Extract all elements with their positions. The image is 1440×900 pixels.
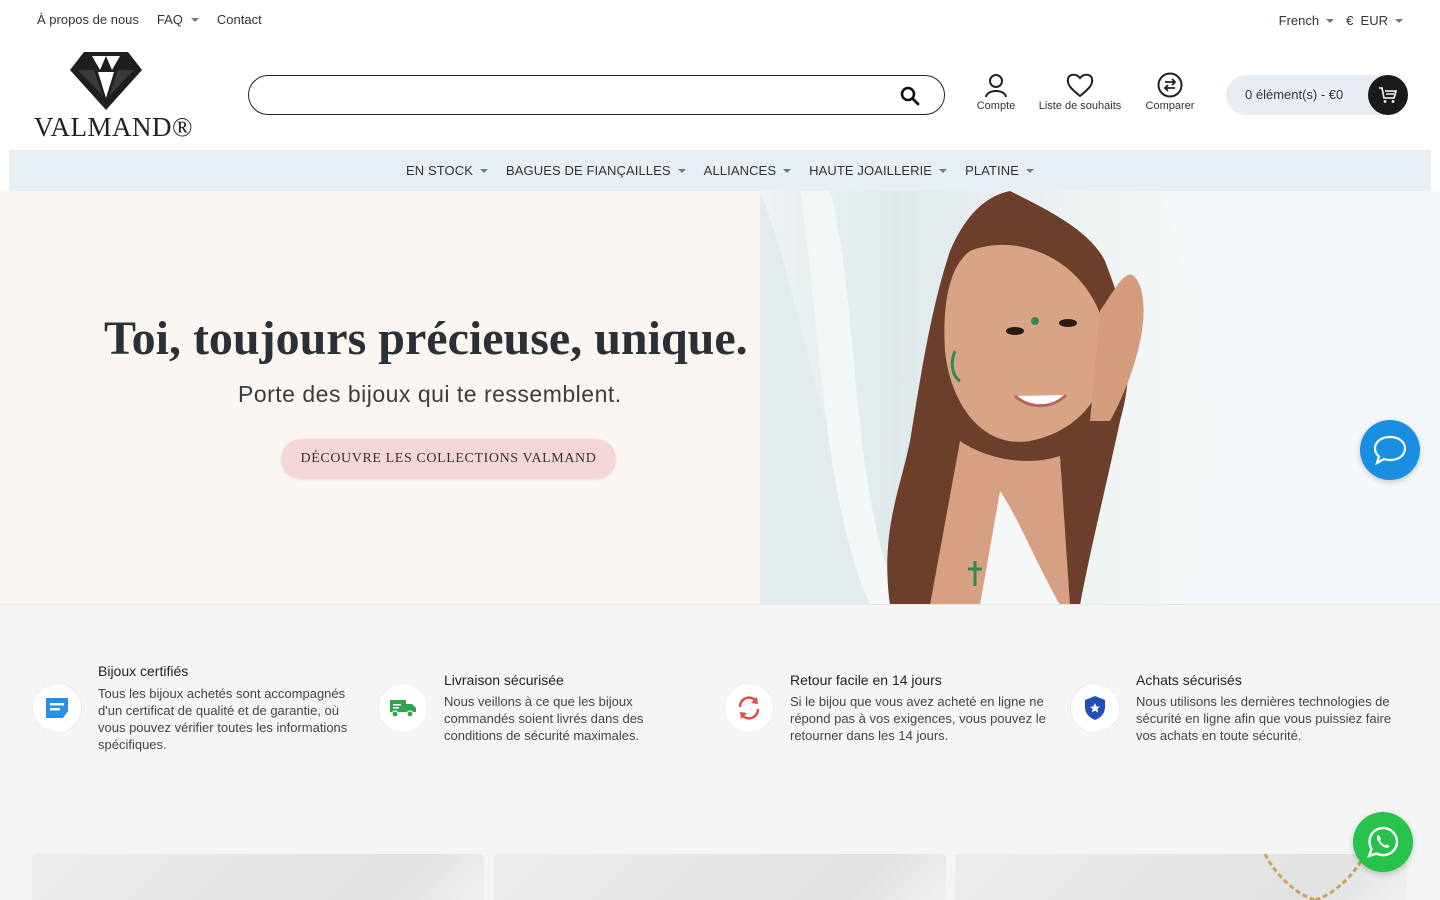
cart-button[interactable]: 0 élément(s) - €0 <box>1226 75 1408 115</box>
nav-item-label: EN STOCK <box>405 163 474 178</box>
collection-card[interactable] <box>494 854 946 900</box>
nav-item-bagues[interactable]: BAGUES DE FIANÇAILLES <box>506 163 686 178</box>
collection-cards <box>32 854 1408 900</box>
feature-title: Retour facile en 14 jours <box>790 672 942 688</box>
compare-label: Comparer <box>1145 100 1195 112</box>
account-label: Compte <box>976 100 1016 112</box>
nav-item-label: BAGUES DE FIANÇAILLES <box>506 163 671 178</box>
feature-description: Si le bijou que vous avez acheté en lign… <box>790 694 1046 743</box>
contact-link[interactable]: Contact <box>217 12 262 27</box>
cart-icon <box>1379 87 1398 103</box>
heart-icon <box>1066 73 1094 98</box>
search-bar <box>248 75 945 115</box>
chevron-down-icon <box>783 168 792 173</box>
wishlist-label: Liste de souhaits <box>1038 100 1122 112</box>
faq-label: FAQ <box>156 12 183 27</box>
model-photo-illustration <box>760 191 1440 604</box>
chat-bubble-icon <box>1373 435 1407 466</box>
search-input[interactable] <box>267 84 887 106</box>
nav-item-label: ALLIANCES <box>703 163 777 178</box>
feature-title: Livraison sécurisée <box>444 672 564 688</box>
feature-title: Achats sécurisés <box>1136 672 1242 688</box>
live-chat-button[interactable] <box>1360 420 1420 480</box>
currency-label: € EUR <box>1346 13 1388 28</box>
currency-selector[interactable]: € EUR <box>1346 13 1403 28</box>
logo-wordmark: VALMAND® <box>34 112 194 142</box>
search-icon[interactable] <box>900 86 920 106</box>
top-bar: À propos de nous FAQ Contact French € EU… <box>0 0 1440 40</box>
chevron-down-icon <box>939 168 948 173</box>
hero-title: Toi, toujours précieuse, unique. <box>104 312 748 365</box>
compare-button[interactable]: Comparer <box>1140 72 1200 112</box>
compare-arrows-icon <box>1157 72 1183 98</box>
chevron-down-icon <box>1395 18 1403 23</box>
about-link[interactable]: À propos de nous <box>37 12 139 27</box>
hero-photo <box>760 191 1440 604</box>
feature-description: Nous veillons à ce que les bijoux comman… <box>444 694 644 743</box>
main-nav: EN STOCK BAGUES DE FIANÇAILLES ALLIANCES… <box>9 150 1431 191</box>
language-label: French <box>1278 13 1320 28</box>
collection-card[interactable] <box>955 854 1407 900</box>
chevron-down-icon <box>480 168 489 173</box>
truck-icon <box>378 683 428 733</box>
chevron-down-icon <box>1326 18 1335 23</box>
feature-description: Nous utilisons les dernières technologie… <box>1136 694 1392 743</box>
cart-summary: 0 élément(s) - €0 <box>1245 87 1344 102</box>
discover-collections-button[interactable]: DÉCOUVRE LES COLLECTIONS VALMAND <box>281 439 616 479</box>
account-button[interactable]: Compte <box>972 72 1020 112</box>
necklace-image <box>1263 854 1367 900</box>
whatsapp-icon <box>1367 826 1399 858</box>
feature-title: Bijoux certifiés <box>98 663 189 679</box>
locale-switchers: French € EUR <box>1260 13 1403 28</box>
shield-star-icon <box>1070 683 1120 733</box>
nav-item-alliances[interactable]: ALLIANCES <box>703 163 792 178</box>
faq-dropdown[interactable]: FAQ <box>157 12 199 27</box>
feature-description: Tous les bijoux achetés sont accompagnés… <box>98 686 348 752</box>
chevron-down-icon <box>190 17 199 22</box>
nav-item-en-stock[interactable]: EN STOCK <box>405 163 489 178</box>
return-icon <box>724 683 774 733</box>
nav-item-platine[interactable]: PLATINE <box>965 163 1034 178</box>
collection-card[interactable] <box>32 854 484 900</box>
france-flag-icon <box>1260 16 1274 26</box>
cart-icon-button[interactable] <box>1368 75 1408 115</box>
nav-item-haute-joaillerie[interactable]: HAUTE JOAILLERIE <box>809 163 948 178</box>
language-selector[interactable]: French <box>1260 13 1335 28</box>
certificate-icon <box>32 683 82 733</box>
user-icon <box>985 74 1007 98</box>
chevron-down-icon <box>1026 168 1034 173</box>
nav-item-label: HAUTE JOAILLERIE <box>809 163 933 178</box>
chevron-down-icon <box>677 168 686 173</box>
hero-banner[interactable]: Toi, toujours précieuse, unique. Porte d… <box>0 191 1440 605</box>
top-links: À propos de nous FAQ Contact <box>37 12 262 27</box>
valmand-logo[interactable]: VALMAND® <box>34 52 196 142</box>
hero-subtitle: Porte des bijoux qui te ressemblent. <box>238 381 622 407</box>
nav-item-label: PLATINE <box>965 163 1019 178</box>
whatsapp-button[interactable] <box>1353 812 1413 872</box>
diamond-logo-icon <box>70 52 142 110</box>
wishlist-button[interactable]: Liste de souhaits <box>1034 72 1126 112</box>
